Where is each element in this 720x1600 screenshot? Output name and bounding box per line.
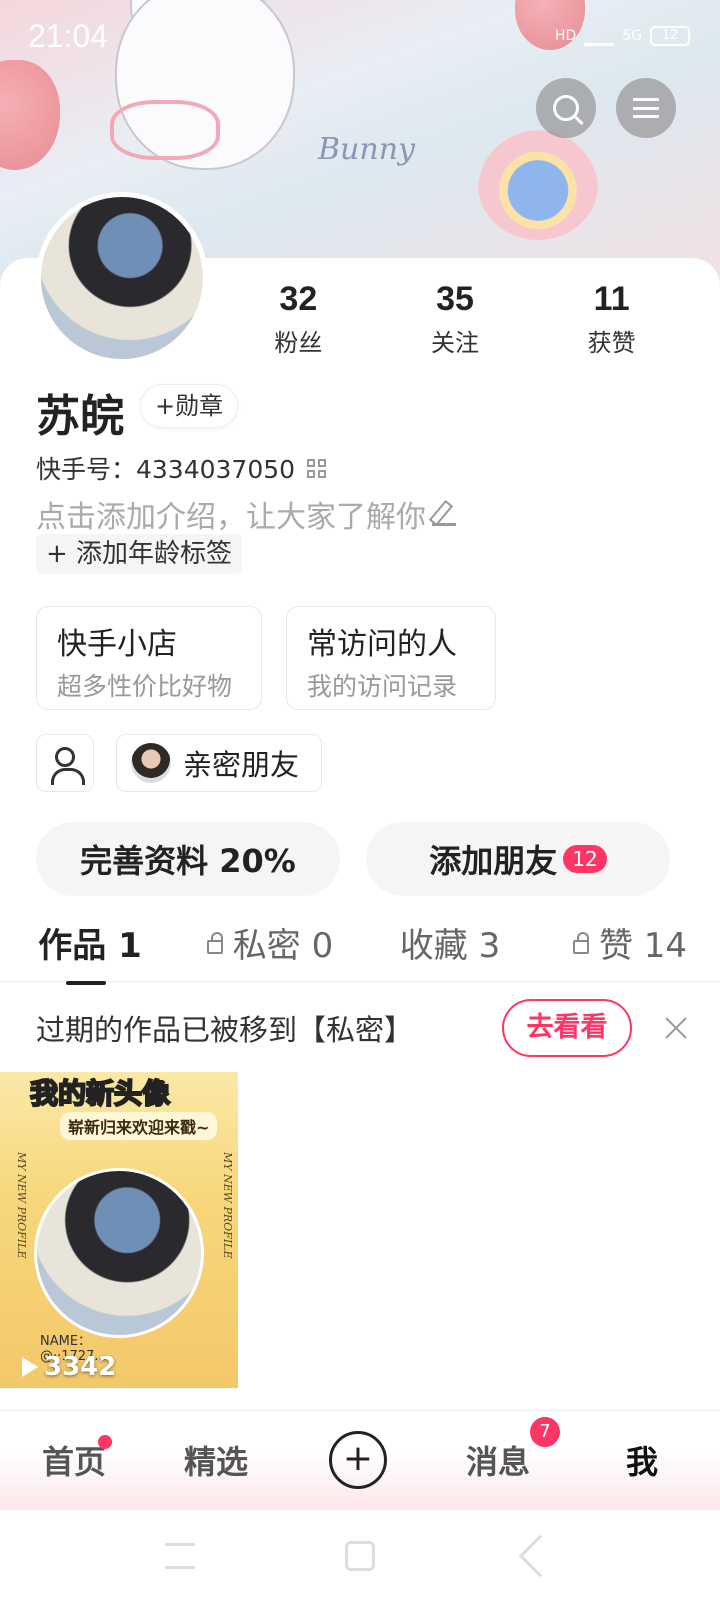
network-label: 5G <box>622 28 642 44</box>
frequent-visitors-tile[interactable]: 常访问的人 我的访问记录 <box>286 606 496 710</box>
edit-icon <box>432 502 456 526</box>
intro-field[interactable]: 点击添加介绍，让大家了解你 <box>36 492 456 536</box>
video-side-text: MY NEW PROFILE <box>15 1152 28 1259</box>
create-button[interactable]: + <box>329 1431 387 1489</box>
tab-private[interactable]: 私密 0 <box>180 918 360 981</box>
tab-label: 私密 0 <box>232 926 334 966</box>
add-friend-button[interactable]: 添加朋友 12 <box>366 822 670 896</box>
friend-avatar <box>131 743 171 783</box>
kuaishou-id[interactable]: 快手号：4334037050 <box>36 450 327 486</box>
add-badge-button[interactable]: +勋章 <box>140 384 239 428</box>
messages-badge: 7 <box>530 1417 560 1447</box>
video-subtitle: 崭新归来欢迎来戳~ <box>60 1112 218 1140</box>
intro-placeholder: 点击添加介绍，让大家了解你 <box>36 500 426 535</box>
nav-home[interactable]: 首页 <box>42 1437 106 1483</box>
stat-label: 关注 <box>430 329 479 357</box>
recent-apps-icon[interactable] <box>165 1543 195 1569</box>
lock-icon <box>572 932 589 954</box>
tab-works[interactable]: 作品 1 <box>0 918 180 981</box>
signal-icon <box>584 26 615 46</box>
bottom-nav: 首页 精选 + 消息 7 我 <box>0 1410 720 1510</box>
stat-number: 35 <box>436 280 474 318</box>
complete-profile-label: 完善资料 20% <box>80 842 296 880</box>
stat-likes[interactable]: 11 获赞 <box>547 280 677 358</box>
tab-label: 赞 14 <box>598 926 688 966</box>
stat-fans[interactable]: 32 粉丝 <box>233 280 363 358</box>
video-side-text: MY NEW PROFILE <box>221 1152 234 1259</box>
complete-profile-button[interactable]: 完善资料 20% <box>36 822 340 896</box>
notice-text: 过期的作品已被移到【私密】 <box>36 1013 414 1047</box>
stat-label: 粉丝 <box>274 329 323 357</box>
stat-following[interactable]: 35 关注 <box>390 280 520 358</box>
intimate-friends-button[interactable]: 亲密朋友 <box>116 734 322 792</box>
nav-me[interactable]: 我 <box>626 1437 658 1483</box>
search-icon <box>553 95 579 121</box>
banner-text: Bunny <box>318 132 415 167</box>
home-dot-badge <box>98 1435 112 1449</box>
profile-name: 苏皖 <box>36 391 124 442</box>
qr-code-icon[interactable] <box>307 458 327 478</box>
play-count: 3342 <box>22 1352 116 1382</box>
close-icon[interactable] <box>662 1014 690 1042</box>
video-thumbnail[interactable]: 我的新头像 崭新归来欢迎来戳~ MY NEW PROFILE MY NEW PR… <box>0 1072 238 1388</box>
kuaishou-id-text: 快手号：4334037050 <box>36 455 296 484</box>
nav-messages[interactable]: 消息 <box>466 1437 530 1483</box>
stat-number: 11 <box>593 280 630 318</box>
avatar[interactable] <box>36 192 208 364</box>
battery-icon: 12 <box>650 26 690 46</box>
home-icon[interactable] <box>345 1541 375 1571</box>
search-button[interactable] <box>536 78 596 138</box>
add-person-icon <box>51 747 85 785</box>
hd-icon: HD <box>554 28 577 44</box>
menu-icon <box>633 98 659 118</box>
play-icon <box>22 1357 38 1377</box>
video-title: 我的新头像 <box>29 1076 171 1111</box>
status-icons: HD 5G 12 <box>555 26 690 46</box>
play-count-value: 3342 <box>44 1352 117 1382</box>
intimate-friends-label: 亲密朋友 <box>183 748 300 782</box>
profile-stats: 32 粉丝 35 关注 11 获赞 <box>220 280 690 358</box>
add-age-tag-button[interactable]: + 添加年龄标签 <box>36 534 243 574</box>
tile-subtitle: 超多性价比好物 <box>57 672 233 701</box>
add-friend-label: 添加朋友 <box>429 842 558 880</box>
expired-notice: 过期的作品已被移到【私密】 去看看 <box>0 988 720 1068</box>
status-time: 21:04 <box>28 18 109 54</box>
tile-title: 快手小店 <box>57 627 177 662</box>
video-name-label: NAME： <box>40 1334 92 1349</box>
add-person-button[interactable] <box>36 734 94 792</box>
heart-decoration <box>478 130 598 240</box>
menu-button[interactable] <box>616 78 676 138</box>
add-friend-badge: 12 <box>563 845 607 873</box>
kuaishou-shop-tile[interactable]: 快手小店 超多性价比好物 <box>36 606 262 710</box>
bow-decoration <box>110 100 220 160</box>
lock-icon <box>206 932 223 954</box>
back-icon[interactable] <box>518 1534 562 1578</box>
go-view-button[interactable]: 去看看 <box>502 999 632 1057</box>
tab-label: 作品 1 <box>38 926 142 966</box>
tab-likes[interactable]: 赞 14 <box>540 918 720 981</box>
status-bar: 21:04 HD 5G 12 <box>0 0 720 78</box>
stat-number: 32 <box>279 280 318 318</box>
tile-title: 常访问的人 <box>307 627 457 662</box>
system-nav-bar <box>0 1512 720 1600</box>
video-photo <box>34 1168 204 1338</box>
nav-featured[interactable]: 精选 <box>184 1437 248 1483</box>
content-tabs: 作品 1 私密 0 收藏 3 赞 14 <box>0 918 720 982</box>
tile-subtitle: 我的访问记录 <box>307 672 458 701</box>
tab-label: 收藏 3 <box>399 926 501 966</box>
tab-favorites[interactable]: 收藏 3 <box>360 918 540 981</box>
stat-label: 获赞 <box>587 329 636 357</box>
